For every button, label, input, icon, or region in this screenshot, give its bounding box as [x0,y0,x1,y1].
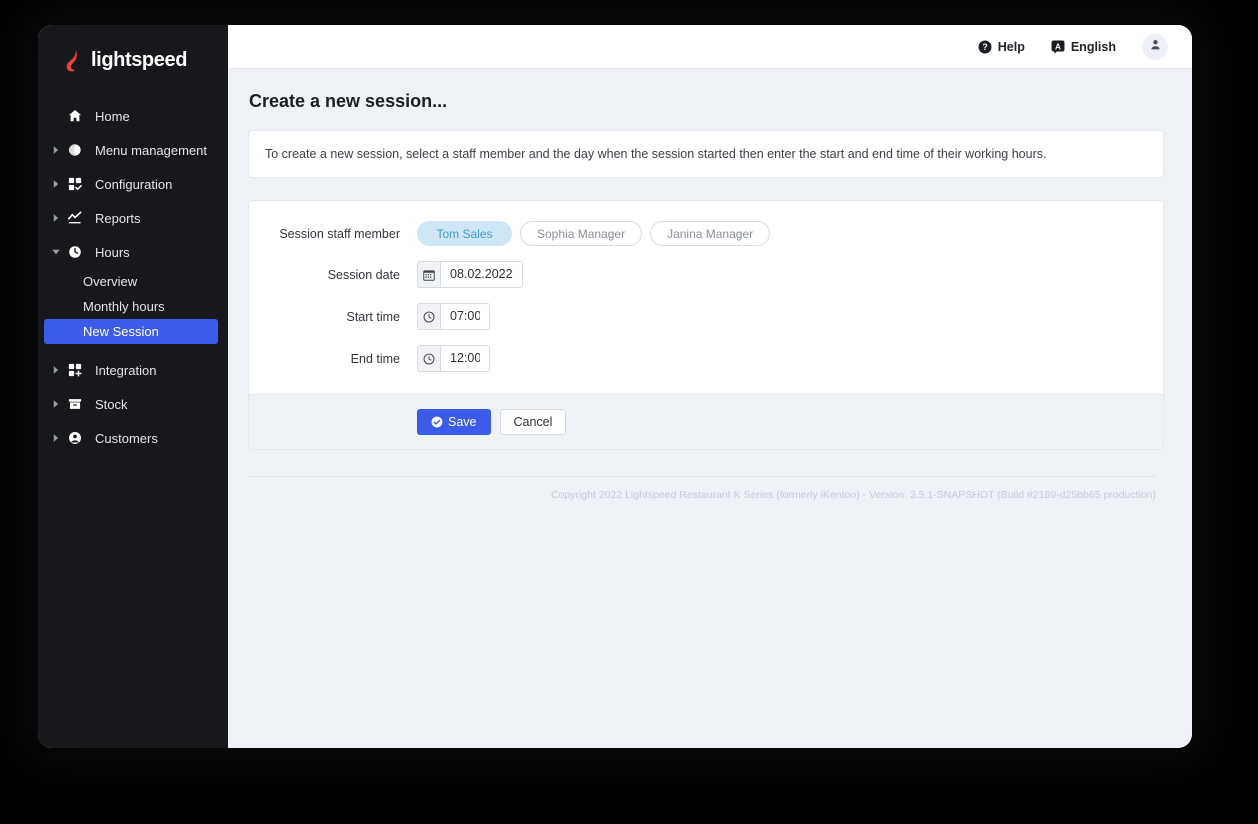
sidebar-item-label: Reports [95,210,141,226]
desktop-background: lightspeed Home Menu management Configur… [0,0,1258,824]
user-avatar-icon [1149,38,1162,56]
form-actions: Save Cancel [249,394,1163,449]
sidebar-subitem-label: New Session [83,324,159,339]
sidebar-item-label: Hours [95,244,130,260]
sidebar: lightspeed Home Menu management Configur… [38,25,228,748]
sidebar-item-label: Home [95,108,130,124]
staff-option-janina-manager[interactable]: Janina Manager [650,221,771,246]
sidebar-item-label: Configuration [95,176,173,192]
application-window: lightspeed Home Menu management Configur… [38,25,1192,748]
footer: Copyright 2022 Lightspeed Restaurant K S… [248,476,1156,501]
line-chart-icon [65,211,85,225]
sidebar-item-label: Integration [95,362,157,378]
home-icon [65,109,85,123]
sidebar-item-customers[interactable]: Customers [38,421,228,455]
session-form-body: Session staff member Tom Sales Sophia Ma… [249,201,1163,394]
end-time-input[interactable] [440,345,490,372]
session-date-input-group [417,261,523,288]
chevron-right-icon[interactable] [50,214,62,222]
brand-logo[interactable]: lightspeed [38,37,228,83]
session-date-label: Session date [327,267,400,282]
grid-plus-icon [65,363,85,377]
grid-check-icon [65,177,85,191]
start-time-input-group [417,303,490,330]
sidebar-subitem-label: Monthly hours [83,299,165,314]
start-time-input[interactable] [440,303,490,330]
info-banner-text: To create a new session, select a staff … [265,147,1047,161]
sidebar-item-menu-management[interactable]: Menu management [38,133,228,167]
sidebar-item-reports[interactable]: Reports [38,201,228,235]
language-label: English [1070,39,1116,54]
user-circle-icon [65,431,85,445]
staff-option-label: Tom Sales [436,226,493,241]
staff-option-label: Sophia Manager [537,226,626,241]
clock-icon[interactable] [417,345,440,372]
end-time-label: End time [350,351,400,366]
sidebar-item-stock[interactable]: Stock [38,387,228,421]
page-title: Create a new session... [249,91,448,111]
staff-option-sophia-manager[interactable]: Sophia Manager [520,221,643,246]
copyright-text: Copyright 2022 Lightspeed Restaurant K S… [550,489,1156,501]
sidebar-item-hours[interactable]: Hours [38,235,228,269]
end-time-input-group [417,345,490,372]
svg-text:?: ? [982,42,987,52]
check-circle-icon [431,416,443,428]
chevron-right-icon[interactable] [50,434,62,442]
box-icon [65,397,85,411]
clock-icon [65,245,85,259]
staff-member-label: Session staff member [279,226,400,241]
sidebar-subitem-label: Overview [83,274,138,289]
form-row-start-time: Start time [249,303,1163,330]
top-bar: ? Help A English [228,25,1192,69]
staff-option-tom-sales[interactable]: Tom Sales [417,221,512,246]
sidebar-item-configuration[interactable]: Configuration [38,167,228,201]
sidebar-divider-gap [38,344,228,353]
chevron-right-icon[interactable] [50,180,62,188]
save-button[interactable]: Save [417,409,491,435]
chevron-right-icon[interactable] [50,400,62,408]
language-button[interactable]: A English [1051,40,1116,54]
form-row-staff-member: Session staff member Tom Sales Sophia Ma… [249,221,1163,246]
clock-icon[interactable] [417,303,440,330]
sidebar-item-label: Customers [95,430,158,446]
start-time-label: Start time [346,309,401,324]
chevron-right-icon[interactable] [50,366,62,374]
save-button-label: Save [448,415,477,429]
content-area: Create a new session... To create a new … [228,69,1192,748]
question-circle-icon: ? [978,40,992,54]
lightspeed-flame-icon [64,49,84,72]
help-button[interactable]: ? Help [978,40,1025,54]
cancel-button[interactable]: Cancel [499,409,567,435]
sidebar-item-label: Stock [95,396,128,412]
staff-member-option-group: Tom Sales Sophia Manager Janina Manager [417,221,771,246]
help-label: Help [997,39,1025,54]
avatar[interactable] [1142,33,1168,60]
session-form-card: Session staff member Tom Sales Sophia Ma… [248,200,1164,450]
sidebar-subitem-monthly-hours[interactable]: Monthly hours [38,294,228,319]
pie-chart-icon [65,143,85,157]
session-date-input[interactable] [440,261,523,288]
sidebar-item-integration[interactable]: Integration [38,353,228,387]
translate-badge-icon: A [1051,40,1065,54]
form-row-session-date: Session date [249,261,1163,288]
main-area: ? Help A English Create a new session...… [228,25,1192,748]
brand-name: lightspeed [91,48,188,71]
form-row-end-time: End time [249,345,1163,372]
calendar-icon[interactable] [417,261,440,288]
sidebar-subitem-new-session[interactable]: New Session [44,319,218,344]
svg-text:A: A [1055,42,1061,51]
staff-option-label: Janina Manager [667,226,754,241]
chevron-right-icon[interactable] [50,146,62,154]
info-banner: To create a new session, select a staff … [248,130,1164,178]
sidebar-subitem-overview[interactable]: Overview [38,269,228,294]
cancel-button-label: Cancel [513,415,553,429]
sidebar-item-label: Menu management [95,142,208,158]
sidebar-item-home[interactable]: Home [38,99,228,133]
chevron-down-icon[interactable] [50,249,62,255]
